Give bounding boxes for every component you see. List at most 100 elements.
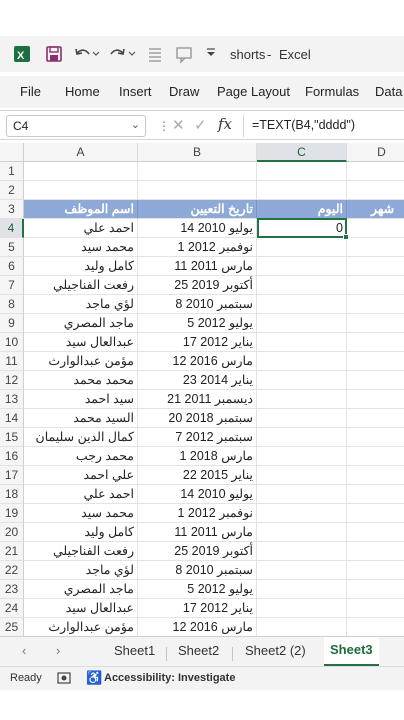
formula-input[interactable]: =TEXT(B4,"dddd") bbox=[252, 118, 355, 132]
insert-function-button[interactable]: fx bbox=[218, 115, 232, 133]
header-cell-month[interactable]: شهر bbox=[347, 200, 404, 219]
table-cell-date[interactable]: 14 يوليو 2010 bbox=[138, 485, 257, 504]
table-cell-name[interactable]: احمد علي bbox=[24, 485, 138, 504]
table-cell[interactable] bbox=[347, 466, 404, 485]
row-header[interactable]: 7 bbox=[0, 276, 24, 295]
table-cell[interactable] bbox=[347, 257, 404, 276]
header-cell-day[interactable]: اليوم bbox=[257, 200, 347, 219]
table-cell-day[interactable] bbox=[257, 504, 347, 523]
table-cell-date[interactable]: 21 ديسمبر 2011 bbox=[138, 390, 257, 409]
table-cell-day[interactable] bbox=[257, 618, 347, 637]
table-cell[interactable] bbox=[347, 352, 404, 371]
accessibility-status[interactable]: Accessibility: Investigate bbox=[104, 672, 235, 684]
table-cell-date[interactable]: 23 يناير 2014 bbox=[138, 371, 257, 390]
save-icon[interactable] bbox=[44, 44, 64, 69]
table-cell-name[interactable]: مؤمن عبدالوارث bbox=[24, 618, 138, 637]
row-header[interactable]: 16 bbox=[0, 447, 24, 466]
table-cell[interactable] bbox=[347, 409, 404, 428]
table-cell-day[interactable] bbox=[257, 352, 347, 371]
table-cell-day[interactable] bbox=[257, 485, 347, 504]
table-cell-date[interactable]: 20 سبتمبر 2018 bbox=[138, 409, 257, 428]
table-cell[interactable] bbox=[347, 485, 404, 504]
table-cell[interactable] bbox=[347, 523, 404, 542]
table-cell-date[interactable]: 12 مارس 2016 bbox=[138, 618, 257, 637]
table-cell-date[interactable]: 11 مارس 2011 bbox=[138, 257, 257, 276]
table-cell[interactable] bbox=[138, 181, 257, 200]
table-cell-name[interactable]: محمد رجب bbox=[24, 447, 138, 466]
table-cell-day[interactable] bbox=[257, 580, 347, 599]
tab-insert[interactable]: Insert bbox=[119, 84, 152, 99]
table-cell-name[interactable]: ماجد المصري bbox=[24, 580, 138, 599]
table-cell[interactable] bbox=[347, 276, 404, 295]
column-header-d[interactable]: D bbox=[347, 143, 404, 162]
table-cell-name[interactable]: لؤي ماجد bbox=[24, 561, 138, 580]
table-cell-date[interactable]: 1 مارس 2018 bbox=[138, 447, 257, 466]
accessibility-icon[interactable]: ♿ bbox=[86, 670, 102, 686]
table-cell[interactable] bbox=[24, 181, 138, 200]
row-header[interactable]: 22 bbox=[0, 561, 24, 580]
cancel-icon[interactable]: ✕ bbox=[172, 116, 185, 134]
table-cell-date[interactable]: 7 سبتمبر 2012 bbox=[138, 428, 257, 447]
table-cell-date[interactable]: 17 يناير 2012 bbox=[138, 599, 257, 618]
table-cell-date[interactable]: 8 سبتمبر 2010 bbox=[138, 295, 257, 314]
row-header[interactable]: 25 bbox=[0, 618, 24, 637]
sheet-tab-sheet3[interactable]: Sheet3 bbox=[324, 637, 379, 667]
table-cell-name[interactable]: احمد علي bbox=[24, 219, 138, 238]
table-cell[interactable] bbox=[347, 618, 404, 637]
table-cell-day[interactable] bbox=[257, 409, 347, 428]
chevron-right-icon[interactable]: › bbox=[56, 643, 60, 658]
table-cell-date[interactable]: 17 يناير 2012 bbox=[138, 333, 257, 352]
table-cell-name[interactable]: رفعت الفناجيلي bbox=[24, 542, 138, 561]
column-header-b[interactable]: B bbox=[138, 143, 257, 162]
table-cell-name[interactable]: لؤي ماجد bbox=[24, 295, 138, 314]
table-cell-day[interactable] bbox=[257, 561, 347, 580]
table-cell-name[interactable]: رفعت الفناجيلي bbox=[24, 276, 138, 295]
row-header[interactable]: 20 bbox=[0, 523, 24, 542]
table-cell-date[interactable]: 12 مارس 2016 bbox=[138, 352, 257, 371]
row-header[interactable]: 17 bbox=[0, 466, 24, 485]
row-header[interactable]: 13 bbox=[0, 390, 24, 409]
row-header[interactable]: 18 bbox=[0, 485, 24, 504]
tab-home[interactable]: Home bbox=[65, 84, 100, 99]
table-cell-day[interactable] bbox=[257, 238, 347, 257]
customize-icon[interactable] bbox=[204, 46, 218, 65]
table-cell-name[interactable]: كمال الدين سليمان bbox=[24, 428, 138, 447]
row-header[interactable]: 23 bbox=[0, 580, 24, 599]
name-box[interactable]: C4 ⌄ bbox=[6, 115, 146, 137]
tab-file[interactable]: File bbox=[20, 84, 41, 99]
row-header[interactable]: 8 bbox=[0, 295, 24, 314]
table-cell-name[interactable]: كامل وليد bbox=[24, 257, 138, 276]
table-cell-name[interactable]: عبدالعال سيد bbox=[24, 333, 138, 352]
column-header-c[interactable]: C bbox=[257, 143, 347, 162]
table-cell-date[interactable]: 25 أكتوبر 2019 bbox=[138, 276, 257, 295]
table-cell[interactable] bbox=[347, 542, 404, 561]
table-cell[interactable] bbox=[347, 238, 404, 257]
table-cell-name[interactable]: محمد سيد bbox=[24, 504, 138, 523]
table-cell-date[interactable]: 1 نوفمبر 2012 bbox=[138, 238, 257, 257]
table-cell-date[interactable]: 22 يناير 2015 bbox=[138, 466, 257, 485]
table-cell[interactable] bbox=[347, 295, 404, 314]
row-header[interactable]: 4 bbox=[0, 219, 24, 238]
tab-data[interactable]: Data bbox=[375, 84, 402, 99]
table-cell-name[interactable]: ماجد المصري bbox=[24, 314, 138, 333]
comment-icon[interactable] bbox=[174, 44, 194, 69]
table-cell[interactable] bbox=[257, 162, 347, 181]
row-header[interactable]: 14 bbox=[0, 409, 24, 428]
table-cell-day[interactable] bbox=[257, 371, 347, 390]
fill-handle[interactable] bbox=[343, 234, 349, 240]
select-all-corner[interactable] bbox=[0, 143, 24, 162]
table-cell-name[interactable]: علي احمد bbox=[24, 466, 138, 485]
form-icon[interactable] bbox=[146, 44, 164, 69]
table-cell[interactable] bbox=[347, 580, 404, 599]
table-cell-day[interactable] bbox=[257, 428, 347, 447]
table-cell-name[interactable]: محمد محمد bbox=[24, 371, 138, 390]
table-cell-day[interactable] bbox=[257, 542, 347, 561]
row-header[interactable]: 3 bbox=[0, 200, 24, 219]
tab-formulas[interactable]: Formulas bbox=[305, 84, 359, 99]
table-cell-date[interactable]: 8 سبتمبر 2010 bbox=[138, 561, 257, 580]
table-cell-day[interactable] bbox=[257, 333, 347, 352]
redo-icon[interactable] bbox=[108, 44, 136, 69]
table-cell[interactable] bbox=[347, 561, 404, 580]
table-cell[interactable] bbox=[347, 390, 404, 409]
column-header-a[interactable]: A bbox=[24, 143, 138, 162]
